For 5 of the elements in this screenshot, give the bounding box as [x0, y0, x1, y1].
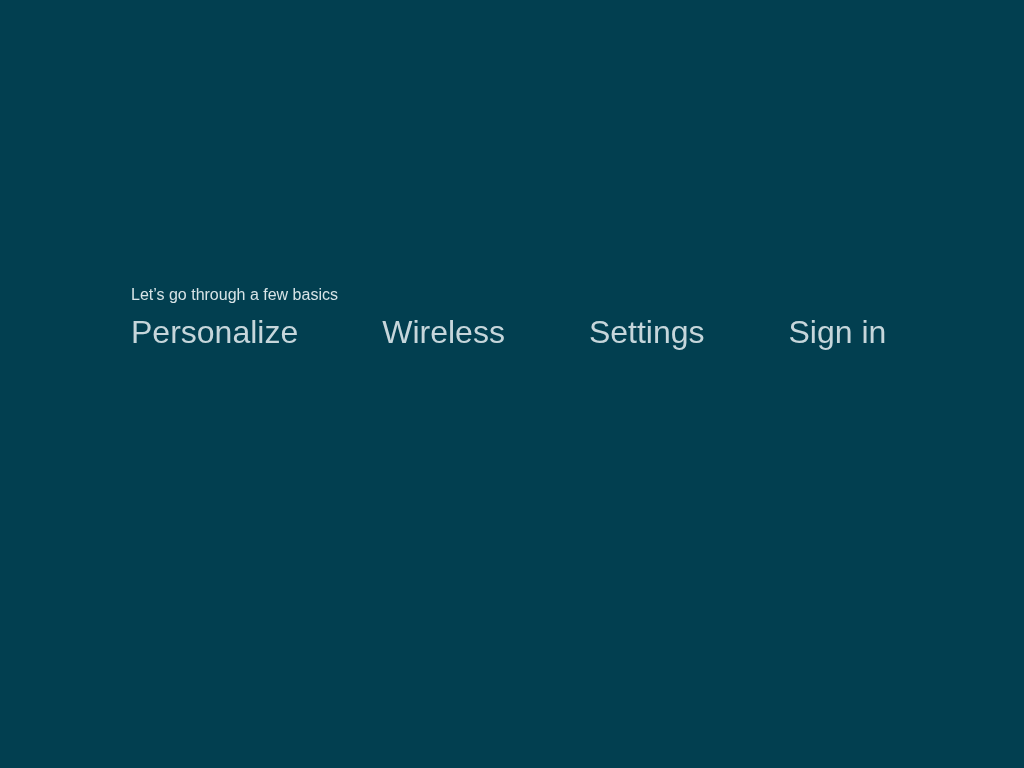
setup-step: Sign in	[788, 314, 887, 351]
setup-step: Settings	[588, 314, 705, 351]
setup-step: Personalize	[131, 314, 299, 351]
setup-step: Wireless	[382, 314, 505, 351]
subtitle: Let’s go through a few basics	[131, 286, 338, 304]
